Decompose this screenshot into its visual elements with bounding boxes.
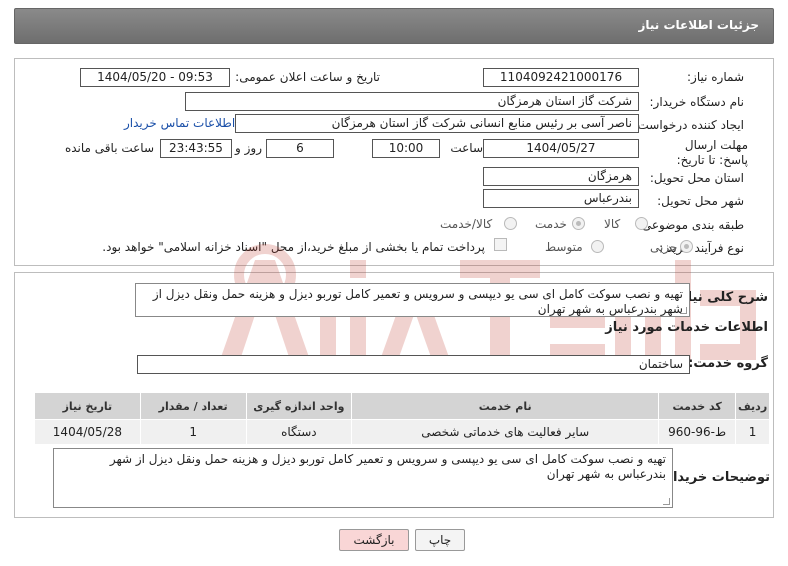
cell-quantity: 1 [139, 419, 247, 445]
delivery-city-label: شهر محل تحویل: [657, 194, 744, 208]
page-header: جزئیات اطلاعات نیاز [14, 8, 774, 44]
request-creator-label: ایجاد کننده درخواست: [633, 118, 744, 132]
table-header-row: ردیف کد خدمت نام خدمت واحد اندازه گیری ت… [34, 392, 770, 420]
services-table: ردیف کد خدمت نام خدمت واحد اندازه گیری ت… [34, 392, 770, 445]
buyer-org-field: شرکت گاز استان هرمزگان [185, 92, 639, 111]
remaining-days-field: 6 [266, 139, 334, 158]
category-goods-radio[interactable] [635, 217, 648, 230]
deadline-time-label: ساعت [450, 141, 483, 155]
category-goods-label: کالا [604, 217, 621, 231]
buyer-notes-label: توضیحات خریدار: [660, 470, 770, 485]
resize-handle[interactable] [680, 307, 687, 314]
col-quantity-header: تعداد / مقدار [139, 392, 247, 420]
service-group-label: گروه خدمت: [688, 356, 768, 371]
cell-need-date: 1404/05/28 [34, 419, 141, 445]
treasury-checkbox[interactable] [494, 238, 507, 251]
request-creator-field: ناصر آسی بر رئیس منابع انسانی شرکت گاز ا… [235, 114, 639, 133]
need-description-textarea[interactable]: تهیه و نصب سوکت کامل ای سی یو دیپسی و سر… [135, 283, 690, 317]
deadline-date-field: 1404/05/27 [483, 139, 639, 158]
need-description-text: تهیه و نصب سوکت کامل ای سی یو دیپسی و سر… [152, 287, 683, 316]
category-goods-service-radio[interactable] [504, 217, 517, 230]
services-section-title: اطلاعات خدمات مورد نیاز [605, 320, 768, 335]
table-row: 1 ط-96-960 سایر فعالیت های خدماتی شخصی د… [34, 419, 770, 445]
col-service-name-header: نام خدمت [351, 392, 660, 420]
need-number-label: شماره نیاز: [687, 70, 744, 84]
remaining-time-label: ساعت باقی مانده [64, 141, 154, 155]
print-button[interactable]: چاپ [415, 529, 465, 551]
remaining-days-label: روز و [235, 141, 262, 155]
back-button[interactable]: بازگشت [339, 529, 409, 551]
purchase-type-medium-label: متوسط [545, 240, 583, 254]
delivery-city-field: بندرعباس [483, 189, 639, 208]
purchase-type-minor-radio[interactable] [680, 240, 693, 253]
resize-handle[interactable] [663, 498, 670, 505]
category-goods-service-label: کالا/خدمت [440, 217, 493, 231]
buyer-org-label: نام دستگاه خریدار: [649, 95, 745, 109]
purchase-type-medium-radio[interactable] [591, 240, 604, 253]
delivery-province-field: هرمزگان [483, 167, 639, 186]
remaining-time-field: 23:43:55 [160, 139, 232, 158]
cell-service-name: سایر فعالیت های خدماتی شخصی [351, 419, 660, 445]
cell-row-number: 1 [735, 419, 770, 445]
cell-unit: دستگاه [245, 419, 353, 445]
service-group-field: ساختمان [137, 355, 690, 374]
col-row-header: ردیف [735, 392, 770, 420]
need-number-field: 1104092421000176 [483, 68, 639, 87]
delivery-province-label: استان محل تحویل: [649, 171, 744, 185]
buyer-notes-textarea[interactable]: تهیه و نصب سوکت کامل ای سی یو دیپسی و سر… [53, 448, 673, 508]
announce-datetime-label: تاریخ و ساعت اعلان عمومی: [235, 70, 380, 84]
announce-datetime-field: 1404/05/20 - 09:53 [80, 68, 230, 87]
treasury-note: پرداخت تمام یا بخشی از مبلغ خرید،از محل … [102, 240, 485, 254]
category-label: طبقه بندی موضوعی: [637, 218, 744, 232]
page-title: جزئیات اطلاعات نیاز [638, 18, 759, 32]
cell-service-code: ط-96-960 [658, 419, 737, 445]
col-service-code-header: کد خدمت [658, 392, 737, 420]
col-need-date-header: تاریخ نیاز [34, 392, 141, 420]
deadline-label: مهلت ارسال پاسخ: تا تاریخ: [676, 138, 748, 167]
buyer-notes-text: تهیه و نصب سوکت کامل ای سی یو دیپسی و سر… [109, 452, 666, 481]
col-unit-header: واحد اندازه گیری [245, 392, 353, 420]
buyer-contact-link[interactable]: اطلاعات تماس خریدار [124, 116, 235, 130]
purchase-type-minor-label: جزیی [650, 240, 678, 254]
category-service-label: خدمت [535, 217, 567, 231]
category-service-radio[interactable] [572, 217, 585, 230]
deadline-time-field: 10:00 [372, 139, 440, 158]
